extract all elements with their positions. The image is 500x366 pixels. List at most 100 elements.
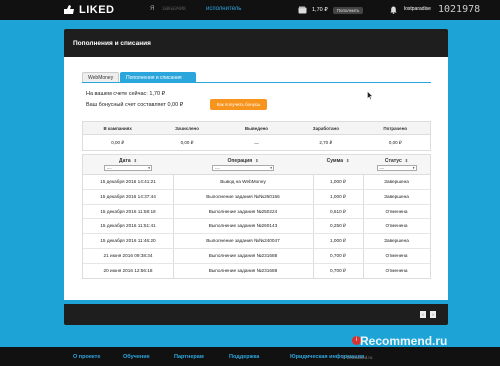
role-executor-link[interactable]: исполнитель — [206, 6, 241, 12]
caret-down-icon: ▾ — [270, 166, 272, 170]
footer-link-about[interactable]: О проекте — [73, 354, 100, 360]
sum-column-header: Сумма ⇕ — [313, 155, 363, 175]
summary-header-row: В кампаниях Зачислено Выведено Заработан… — [83, 122, 430, 135]
sort-icon: ⇕ — [404, 158, 409, 163]
summary-header-cell: Заработано — [312, 125, 339, 131]
status-header-label: Статус — [384, 158, 402, 164]
bell-icon — [390, 6, 397, 14]
liked-logo-icon — [64, 5, 74, 14]
status-column-header: Статус ⇕ ---- ▾ — [363, 155, 430, 175]
summary-header-cell: Потрачено — [383, 125, 408, 131]
operation-column-header: Операция ⇕ ---- ▾ — [173, 155, 313, 175]
notifications[interactable] — [390, 6, 397, 16]
wallet: 1,70 ₽ Пополнить — [298, 5, 364, 15]
sort-icon: ⇕ — [255, 158, 259, 163]
tab-bar: WebMoney Пополнения и списания — [82, 72, 197, 82]
next-page-icon[interactable]: › — [430, 311, 436, 318]
status-sort-header[interactable]: Статус ⇕ — [363, 158, 430, 164]
row-status: Завершена — [384, 179, 409, 184]
operation-sort-header[interactable]: Операция ⇕ — [173, 158, 313, 164]
row-sum: 0,700 ₽ — [329, 252, 346, 258]
row-operation: Выполнение задания №231688 — [208, 267, 278, 273]
summary-value-cell: 0,00 ₽ — [111, 140, 125, 145]
summary-value-cell: 0,00 ₽ — [180, 140, 194, 145]
operations-table: Дата ⇕ ---- ▾ Операция ⇕ ---- ▾ Сумма ⇕ Стату… — [82, 154, 431, 279]
table-row: 15 декабря 2016 11:51:41 Выполнение зада… — [83, 219, 430, 235]
footer-link-training[interactable]: Обучение — [123, 354, 150, 360]
row-status: Отменена — [385, 252, 408, 258]
operation-filter-select[interactable]: ---- ▾ — [212, 165, 274, 171]
row-status: Завершена — [384, 238, 409, 244]
row-operation: Вывод на WebMoney — [220, 179, 266, 184]
add-funds-button[interactable]: Пополнить — [332, 6, 364, 14]
table-row: 15 декабря 2016 14:41:21 Вывод на WebMon… — [83, 175, 430, 190]
row-sum: 1,000 ₽ — [329, 238, 346, 244]
row-status: Отменена — [385, 223, 408, 229]
username-link[interactable]: lostparadise — [404, 6, 431, 12]
cursor-icon — [367, 91, 373, 100]
tab-webmoney[interactable]: WebMoney — [82, 72, 119, 82]
row-date: 15 декабря 2016 11:51:41 — [100, 223, 156, 229]
get-bonus-button[interactable]: Как получить бонусы — [210, 99, 267, 110]
operations-rows: 15 декабря 2016 14:41:21 Вывод на WebMon… — [83, 175, 430, 279]
date-filter-select[interactable]: ---- ▾ — [104, 165, 152, 171]
row-date: 15 декабря 2016 11:58:18 — [100, 208, 156, 214]
summary-header-cell: В кампаниях — [103, 125, 132, 131]
summary-value-cell: 2,70 ₽ — [319, 140, 333, 145]
prev-page-icon[interactable]: ‹ — [420, 311, 426, 318]
summary-value-cell: 0,00 ₽ — [388, 140, 402, 145]
logo[interactable]: LIKED — [63, 4, 115, 16]
row-operation: Выполнение задания №250224 — [208, 208, 278, 214]
footer-link-support[interactable]: Поддержка — [229, 354, 259, 360]
table-row: 15 декабря 2016 11:46:20 Выполнение зада… — [83, 234, 430, 249]
date-sort-header[interactable]: Дата ⇕ — [83, 158, 173, 164]
role-advertiser-link[interactable]: заказчик — [162, 6, 186, 12]
row-date: 15 декабря 2016 14:37:44 — [100, 193, 156, 199]
date-filter-value: ---- — [107, 166, 112, 170]
balance-amount: 1,70 ₽ — [312, 7, 328, 13]
row-operation: Выполнение задания №№260166 — [206, 193, 280, 199]
summary-header-cell: Выведено — [244, 125, 269, 131]
row-date: 15 декабря 2016 14:41:21 — [100, 179, 156, 184]
account-balance-line: На вашем счете сейчас: 1,70 ₽ — [86, 91, 166, 97]
footer: О проекте Обучение Партнерам Поддержка Ю… — [0, 347, 500, 366]
operations-header-row: Дата ⇕ ---- ▾ Операция ⇕ ---- ▾ Сумма ⇕ Стату… — [83, 155, 430, 175]
page-title: Пополнения и списания — [73, 40, 151, 47]
row-status: Завершена — [384, 193, 409, 199]
row-sum: 0,250 ₽ — [329, 223, 346, 229]
sum-header-label: Сумма — [326, 158, 344, 164]
date-column-header: Дата ⇕ ---- ▾ — [83, 155, 173, 175]
watermark: Recommend.ru — [360, 334, 448, 348]
caret-down-icon: ▾ — [148, 166, 150, 170]
overlay-badge: 1021978 — [438, 4, 481, 15]
tab-deposits-withdrawals[interactable]: Пополнения и списания — [120, 72, 196, 82]
main-panel: WebMoney Пополнения и списания На вашем … — [64, 57, 448, 300]
status-filter-select[interactable]: ---- ▾ — [376, 165, 417, 171]
row-sum: 0,700 ₽ — [329, 267, 346, 273]
sum-sort-header[interactable]: Сумма ⇕ — [313, 158, 363, 164]
row-operation: Выполнение задания №260143 — [208, 223, 278, 229]
date-header-label: Дата — [119, 158, 131, 164]
row-sum: 1,000 ₽ — [329, 179, 346, 184]
page-header: Пополнения и списания — [64, 29, 448, 57]
logo-text: LIKED — [79, 4, 115, 16]
row-operation: Выполнение задания №231688 — [208, 252, 278, 258]
row-status: Отменена — [385, 267, 408, 273]
bonus-balance-line: Ваш бонусный счет составляет 0,00 ₽ — [86, 102, 184, 108]
row-operation: Выполнение задания №№240047 — [206, 238, 280, 244]
row-status: Отменена — [385, 208, 408, 214]
sort-icon: ⇕ — [133, 158, 137, 163]
footer-link-partners[interactable]: Партнерам — [174, 354, 204, 360]
status-filter-value: ---- — [379, 166, 385, 170]
bottom-panel: ‹ › — [64, 304, 448, 325]
top-bar: LIKED Я заказчик исполнитель 1,70 ₽ Попо… — [0, 0, 500, 20]
tab-underline — [82, 82, 431, 83]
summary-value-cell: — — [254, 140, 259, 146]
table-row: 15 декабря 2016 11:58:18 Выполнение зада… — [83, 205, 430, 220]
sort-icon: ⇕ — [346, 158, 350, 163]
row-sum: 1,000 ₽ — [329, 193, 346, 199]
table-row: 20 июня 2016 12:56:18 Выполнение задания… — [83, 264, 430, 279]
copyright: © 2016 liked.ru — [342, 355, 373, 360]
wallet-icon — [298, 6, 307, 14]
row-date: 20 июня 2016 12:56:18 — [103, 267, 153, 273]
